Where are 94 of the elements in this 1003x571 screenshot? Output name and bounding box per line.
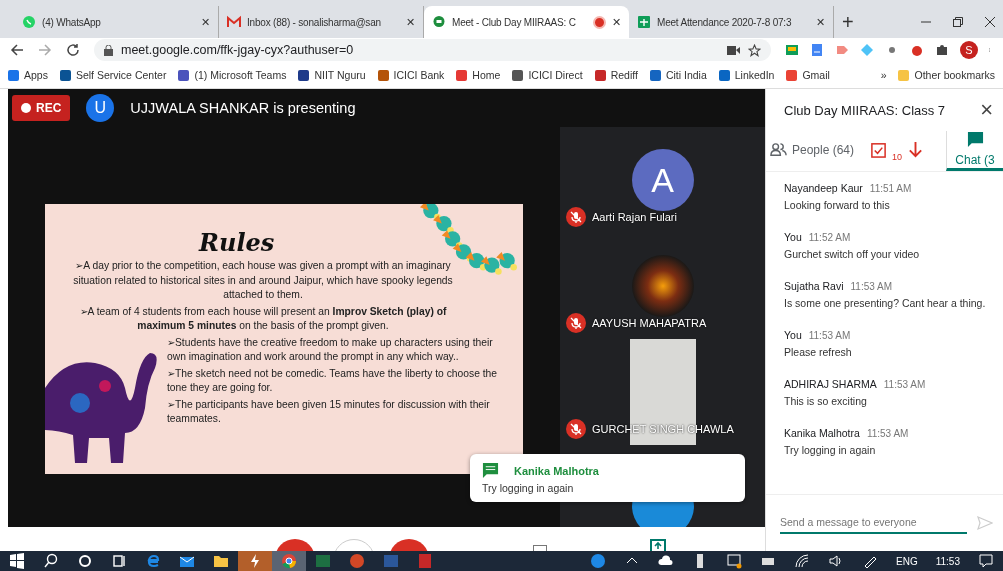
slide-title: Rules xyxy=(199,228,276,257)
camera-bubble-icon xyxy=(432,15,446,29)
slide-bullet: ➢The participants have been given 15 minutes for discussion with their teammates. xyxy=(167,397,491,426)
close-tab-button[interactable]: ✕ xyxy=(816,15,825,29)
other-bookmarks-folder[interactable]: Other bookmarks xyxy=(898,69,995,81)
message-sender: Sujatha Ravi xyxy=(784,280,844,292)
message-time: 11:53 AM xyxy=(850,281,893,292)
chat-notification[interactable]: Kanika Malhotra Try logging in again xyxy=(470,454,745,502)
star-icon[interactable] xyxy=(748,43,761,57)
message-time: 11:53 AM xyxy=(883,379,926,390)
bookmark-link[interactable]: Apps xyxy=(8,69,48,81)
bookmark-link[interactable]: LinkedIn xyxy=(718,69,775,81)
bookmark-link[interactable]: Self Service Center xyxy=(59,69,167,81)
message-sender: You xyxy=(784,231,802,243)
close-tab-button[interactable]: ✕ xyxy=(612,15,621,29)
panel-tab[interactable]: Chat (3 xyxy=(946,131,1003,171)
bookmark-link[interactable]: Home xyxy=(456,69,501,81)
message-time: 11:53 AM xyxy=(866,428,909,439)
panel-tab[interactable]: 10 xyxy=(866,131,929,171)
message-text: This is so exciting xyxy=(784,395,868,407)
windows-start-icon[interactable] xyxy=(9,553,25,569)
message-text: Gurchet switch off your video xyxy=(784,248,921,260)
clock[interactable]: 11:53 xyxy=(935,555,960,567)
extension-icon[interactable] xyxy=(810,43,824,57)
profile-avatar[interactable]: S xyxy=(960,41,978,59)
slide-bullet: ➢Students have the creative freedom to make up characters using their own imagination and work around the prompt in any which way.. xyxy=(167,335,494,364)
chat-icon xyxy=(966,131,984,148)
slide-bullet: ➢A day prior to the competition, each house was given a prompt with an imaginary situation related to historical sites in and around Jaipur, which have spooky legends attached to them. xyxy=(72,259,454,302)
language-indicator[interactable]: ENG xyxy=(896,555,918,567)
close-icon[interactable] xyxy=(985,17,995,27)
message-time: 11:51 AM xyxy=(869,183,912,194)
browser-e-icon[interactable] xyxy=(145,553,161,569)
message-time: 11:53 AM xyxy=(808,330,851,341)
more-bookmarks-button[interactable]: » xyxy=(880,69,887,81)
lock-icon xyxy=(104,44,113,56)
panel-tab[interactable]: People (64) xyxy=(766,131,859,171)
message-input[interactable]: Send a message to everyone xyxy=(780,512,967,534)
presenter-label: UJJWALA SHANKAR is presenting xyxy=(130,100,356,116)
spreadsheet-icon xyxy=(637,15,651,29)
back-icon[interactable] xyxy=(10,43,24,57)
chat-bubble-icon xyxy=(22,15,36,29)
message-text: Looking forward to this xyxy=(784,199,891,211)
message-sender: You xyxy=(784,329,802,341)
bookmark-link[interactable]: ICICI Direct xyxy=(512,69,583,81)
new-tab-button[interactable]: + xyxy=(838,6,858,38)
message-sender: Kanika Malhotra xyxy=(784,427,860,439)
restore-icon[interactable] xyxy=(953,17,963,27)
message-text: Try logging in again xyxy=(784,444,877,456)
address-bar[interactable]: meet.google.com/ffk-jgay-cyx?authuser=0 xyxy=(94,39,771,61)
circle-icon[interactable] xyxy=(77,553,93,569)
mic-off-icon xyxy=(566,313,586,333)
message-sender: ADHIRAJ SHARMA xyxy=(784,378,877,390)
message-time: 11:52 AM xyxy=(808,232,851,243)
message-text: Is some one presenting? Cant hear a thing. xyxy=(784,297,987,309)
notification-sender: Kanika Malhotra xyxy=(514,464,599,477)
bookmark-link[interactable]: Rediff xyxy=(594,69,638,81)
close-button[interactable]: × xyxy=(980,99,993,121)
folder-icon[interactable] xyxy=(213,553,229,569)
browser-tab[interactable]: Meet - Club Day MIIRAAS: C ✕ xyxy=(424,6,629,38)
slide-bullet: ➢The sketch need not be comedic. Teams have the liberty to choose the tone they are going for. xyxy=(167,366,499,395)
camera-icon[interactable] xyxy=(727,45,740,55)
participant-avatar: A xyxy=(631,149,694,211)
panel-title: Club Day MIIRAAS: Class 7 xyxy=(784,102,947,118)
present-screen-icon[interactable] xyxy=(650,539,666,551)
search-icon[interactable] xyxy=(43,553,59,569)
participant-name: Aarti Rajan Fulari xyxy=(592,211,677,223)
participant-name: AAYUSH MAHAPATRA xyxy=(592,317,707,329)
extension-icon[interactable] xyxy=(785,43,799,57)
recording-badge: REC xyxy=(12,95,71,121)
people-icon xyxy=(770,141,787,158)
close-tab-button[interactable]: ✕ xyxy=(201,15,210,29)
envelope-icon xyxy=(227,15,241,29)
bookmark-link[interactable]: ICICI Bank xyxy=(377,69,445,81)
presenter-avatar: U xyxy=(86,94,115,122)
task-view-icon[interactable] xyxy=(111,553,127,569)
slide-bullet: ➢A team of 4 students from each house will present an Improv Sketch (play) of maximum 5 minutes on the basis of the prompt given. xyxy=(78,304,448,333)
notification-message: Try logging in again xyxy=(482,482,575,494)
bookmark-link[interactable]: NIIT Nguru xyxy=(298,69,366,81)
monitor-icon[interactable] xyxy=(726,553,743,569)
recording-dot-icon xyxy=(593,15,607,29)
reload-icon[interactable] xyxy=(66,43,80,57)
chat-icon xyxy=(482,462,499,479)
message-text: Please refresh xyxy=(784,346,853,358)
chrome-icon[interactable] xyxy=(281,553,297,569)
wifi-icon[interactable] xyxy=(794,553,811,569)
bookmark-link[interactable]: Citi India xyxy=(649,69,707,81)
checkbox-icon xyxy=(870,141,888,158)
bookmark-link[interactable]: Gmail xyxy=(786,69,830,81)
mic-off-icon xyxy=(566,207,586,227)
bookmark-link[interactable]: (1) Microsoft Teams xyxy=(178,69,287,81)
message-sender: Nayandeep Kaur xyxy=(784,182,863,194)
close-tab-button[interactable]: ✕ xyxy=(406,15,415,29)
mic-off-icon xyxy=(566,419,586,439)
notification-icon[interactable] xyxy=(978,553,994,569)
